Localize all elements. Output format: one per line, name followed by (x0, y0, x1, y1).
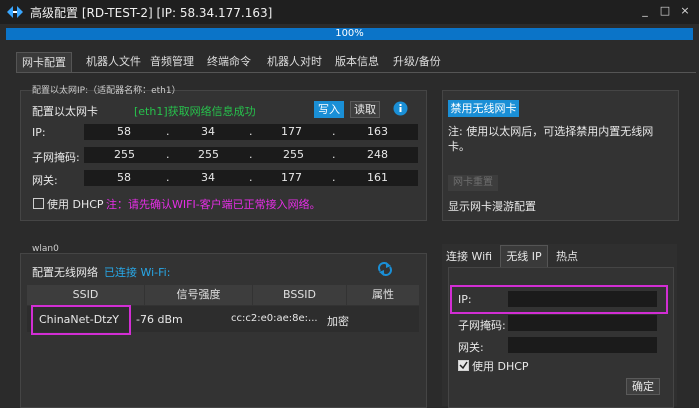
show-roaming-config-link[interactable]: 显示网卡漫游配置 (448, 198, 536, 214)
ip-label: IP: (32, 126, 46, 139)
ip-octet-2: 34 (201, 125, 215, 138)
tab-terminal[interactable]: 终端命令 (202, 52, 256, 72)
row-bssid: cc:c2:e0:ae:8e:... (231, 313, 318, 324)
column-attr[interactable]: 属性 (347, 285, 419, 305)
gateway-octet-2: 34 (201, 171, 215, 184)
subnet-mask-label: 子网掩码: (32, 151, 80, 164)
progress-bar: 100% (6, 28, 693, 40)
wireless-dhcp-checkbox[interactable] (458, 360, 469, 371)
read-button[interactable]: 读取 (350, 101, 380, 118)
tab-upgrade[interactable]: 升级/备份 (388, 52, 446, 72)
tab-version[interactable]: 版本信息 (330, 52, 384, 72)
row-signal: -76 dBm (136, 313, 183, 326)
app-logo-icon (7, 6, 23, 18)
ethernet-status: [eth1]获取网络信息成功 (134, 105, 256, 118)
info-icon[interactable] (393, 101, 408, 116)
wireless-mask-field[interactable] (508, 315, 657, 331)
ip-field[interactable]: 58 . 34 . 177 . 163 (84, 124, 418, 140)
ip-octet-4: 163 (367, 125, 388, 138)
gateway-label: 网关: (32, 174, 58, 187)
title-bar: 高级配置 [RD-TEST-2] [IP: 58.34.177.163] _ □… (0, 0, 699, 24)
progress-label: 100% (335, 28, 364, 39)
tab-audio[interactable]: 音频管理 (145, 52, 199, 72)
mask-octet-1: 255 (114, 148, 135, 161)
disable-wireless-button[interactable]: 禁用无线网卡 (448, 100, 519, 117)
wireless-dhcp-label: 使用 DHCP (472, 360, 529, 373)
wireless-ip-highlight (450, 285, 668, 314)
ip-octet-3: 177 (281, 125, 302, 138)
ssid-highlight (31, 305, 131, 335)
ethernet-dhcp-label: 使用 DHCP (47, 198, 104, 211)
row-attr: 加密 (327, 315, 349, 328)
refresh-icon[interactable] (377, 262, 393, 276)
write-button[interactable]: 写入 (314, 101, 344, 118)
mask-octet-4: 248 (367, 148, 388, 161)
column-signal[interactable]: 信号强度 (145, 285, 252, 305)
wifi-tab-wireless-ip[interactable]: 无线 IP (500, 245, 548, 268)
ethernet-config-label: 配置以太网卡 (32, 105, 98, 118)
gateway-octet-3: 177 (281, 171, 302, 184)
tab-robot-time[interactable]: 机器人对时 (262, 52, 327, 72)
gateway-field[interactable]: 58 . 34 . 177 . 161 (84, 170, 418, 186)
maximize-button[interactable]: □ (657, 3, 673, 19)
wlan-table-header: SSID 信号强度 BSSID 属性 (27, 285, 419, 305)
ethernet-note: 注：请先确认WIFI-客户端已正常接入网络。 (106, 198, 321, 211)
tab-bar: 网卡配置 机器人文件 音频管理 终端命令 机器人对时 版本信息 升级/备份 (6, 52, 696, 73)
window-title: 高级配置 [RD-TEST-2] [IP: 58.34.177.163] (30, 6, 273, 20)
wifi-tab-connect[interactable]: 连接 Wifi (446, 247, 492, 267)
column-bssid[interactable]: BSSID (253, 285, 346, 305)
gateway-octet-4: 161 (367, 171, 388, 184)
subnet-mask-field[interactable]: 255 . 255 . 255 . 248 (84, 147, 418, 163)
confirm-button[interactable]: 确定 (626, 378, 660, 395)
wireless-mask-label: 子网掩码: (458, 319, 506, 332)
wireless-gateway-field[interactable] (508, 337, 657, 353)
minimize-button[interactable]: _ (637, 3, 653, 19)
tab-divider (16, 72, 696, 73)
wireless-gateway-label: 网关: (458, 341, 484, 354)
wifi-tab-hotspot[interactable]: 热点 (556, 247, 578, 267)
column-ssid[interactable]: SSID (27, 285, 144, 305)
check-icon (459, 361, 468, 370)
ethernet-group-label: 配置以太网IP:（适配器名称：eth1） (32, 86, 181, 96)
tab-robot-files[interactable]: 机器人文件 (81, 52, 146, 72)
mask-octet-3: 255 (283, 148, 304, 161)
close-button[interactable]: × (677, 3, 693, 19)
gateway-octet-1: 58 (117, 171, 131, 184)
ethernet-dhcp-checkbox[interactable] (33, 198, 44, 209)
ip-octet-1: 58 (117, 125, 131, 138)
wireless-disable-note: 注: 使用以太网后，可选择禁用内置无线网卡。 (448, 125, 654, 153)
mask-octet-2: 255 (198, 148, 219, 161)
wlan-connected-label: 已连接 Wi-Fi: (104, 266, 171, 279)
tab-nic-config[interactable]: 网卡配置 (16, 52, 72, 73)
wlan-config-label: 配置无线网络 (32, 266, 98, 279)
nic-reset-button[interactable]: 网卡重置 (448, 175, 498, 191)
